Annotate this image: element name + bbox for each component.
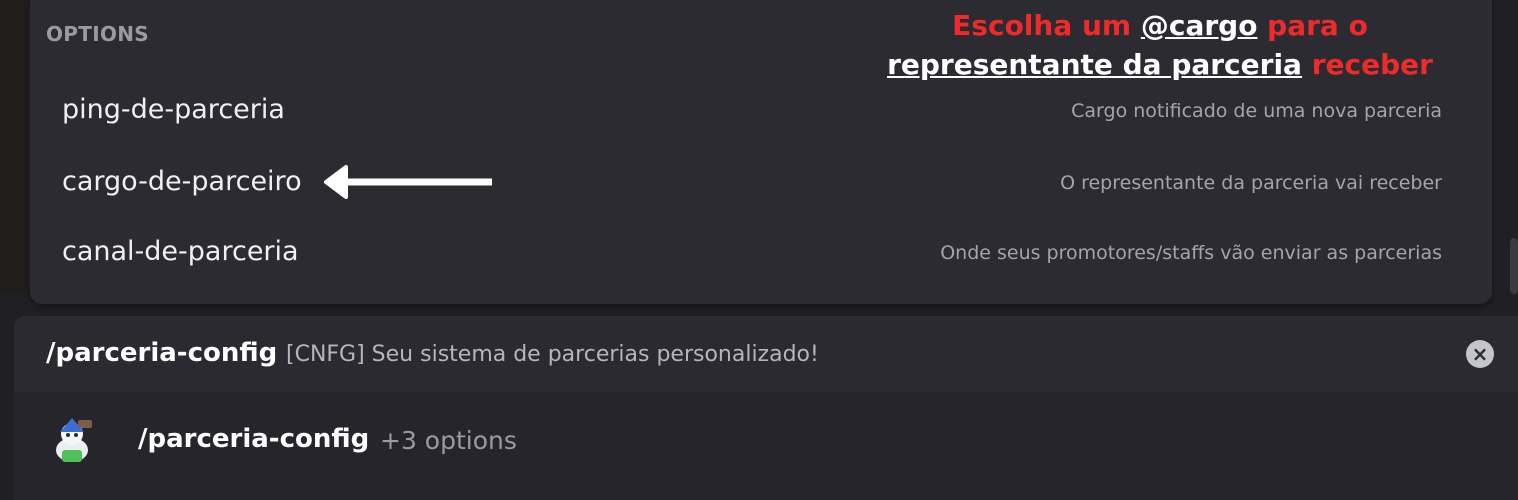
option-description: O representante da parceria vai receber xyxy=(1060,172,1442,194)
annotation-part: Escolha um xyxy=(952,9,1141,42)
annotation-part: para o xyxy=(1257,9,1368,42)
option-canal-de-parceria[interactable]: canal-de-parceria Onde seus promotores/s… xyxy=(30,222,1492,282)
option-description: Onde seus promotores/staffs vão enviar a… xyxy=(940,242,1442,264)
option-name: cargo-de-parceiro xyxy=(62,166,302,197)
option-name: ping-de-parceria xyxy=(62,94,285,125)
option-ping-de-parceria[interactable]: ping-de-parceria Cargo notificado de uma… xyxy=(30,80,1492,140)
option-description: Cargo notificado de uma nova parceria xyxy=(1071,100,1442,122)
command-header: /parceria-config [CNFG] Seu sistema de p… xyxy=(14,316,1518,394)
command-title: /parceria-config xyxy=(46,338,278,368)
annotation-highlight: representante da parceria xyxy=(887,48,1302,81)
command-row-name: /parceria-config xyxy=(138,424,370,454)
option-name: canal-de-parceria xyxy=(62,236,299,267)
scrollbar-thumb[interactable] xyxy=(1510,238,1518,294)
option-cargo-de-parceiro[interactable]: cargo-de-parceiro O representante da par… xyxy=(30,152,1492,212)
background-strip xyxy=(0,0,30,292)
annotation-part: receber xyxy=(1301,48,1433,81)
bot-avatar-icon xyxy=(56,418,92,462)
command-box: /parceria-config [CNFG] Seu sistema de p… xyxy=(14,316,1518,500)
arrow-left-icon xyxy=(324,165,492,199)
close-circle-icon[interactable]: × xyxy=(1466,340,1494,368)
command-description: [CNFG] Seu sistema de parcerias personal… xyxy=(286,342,819,367)
options-header: OPTIONS xyxy=(46,22,149,46)
command-suggestion-row[interactable]: /parceria-config +3 options xyxy=(14,394,1518,500)
command-row-options: +3 options xyxy=(380,426,517,455)
annotation-highlight: @cargo xyxy=(1140,9,1258,42)
annotation-text: Escolha um @cargo para o representante d… xyxy=(840,6,1480,84)
